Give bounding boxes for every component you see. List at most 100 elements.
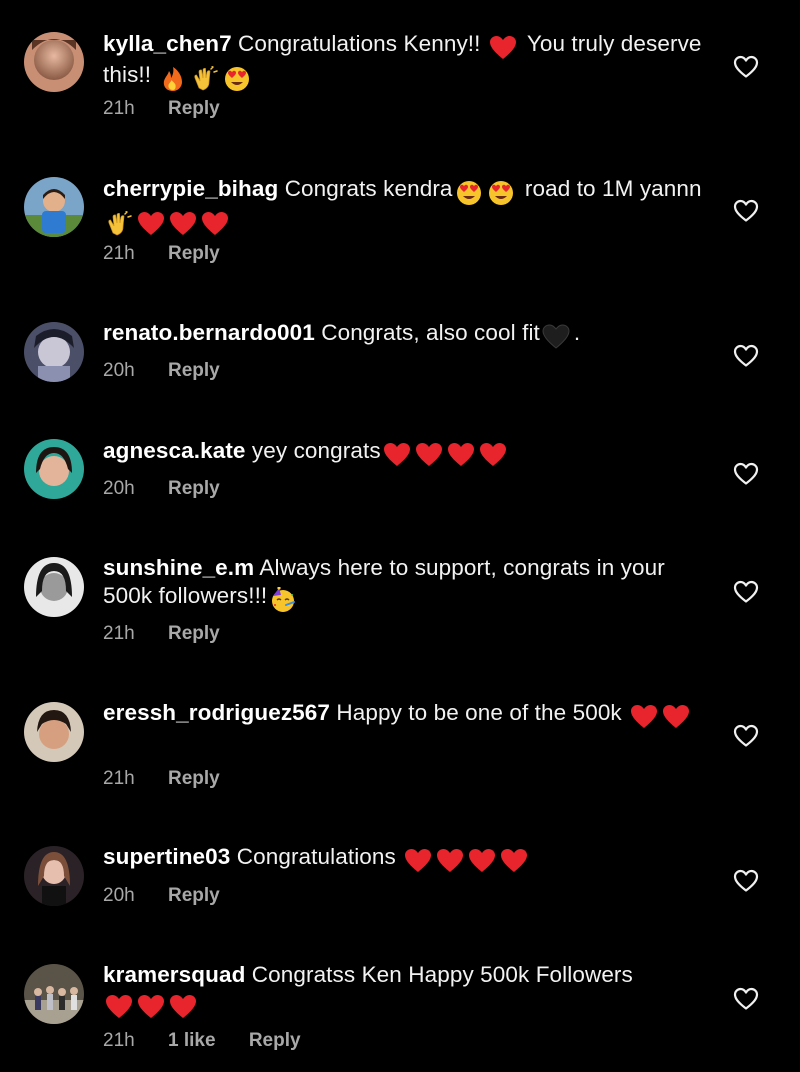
like-count[interactable]: 1 like xyxy=(168,1028,216,1054)
reply-button[interactable]: Reply xyxy=(168,621,220,647)
comment-meta: 20h Reply xyxy=(103,883,248,909)
comment-meta: 21h 1 like Reply xyxy=(103,1028,329,1054)
red-heart-emoji-icon xyxy=(404,848,432,874)
emoji-group xyxy=(383,440,511,468)
red-heart-emoji-icon xyxy=(630,704,658,730)
comment-meta: 21h Reply xyxy=(103,241,248,267)
black-heart-emoji-icon xyxy=(542,324,570,350)
reply-button[interactable]: Reply xyxy=(168,476,220,502)
like-heart-icon[interactable] xyxy=(733,987,759,1011)
emoji-group xyxy=(404,846,532,874)
red-heart-emoji-icon xyxy=(479,442,507,468)
comment-body: yey congrats xyxy=(251,438,381,463)
comment-body: Happy to be one of the 500k xyxy=(336,700,622,725)
comment-username[interactable]: renato.bernardo001 xyxy=(103,320,315,345)
reply-button[interactable]: Reply xyxy=(249,1028,301,1054)
emoji-group xyxy=(269,585,301,613)
comment-body-cont: road to 1M yannn xyxy=(524,176,702,201)
heart-eyes-emoji-icon xyxy=(487,180,515,206)
comment-username[interactable]: supertine03 xyxy=(103,844,230,869)
comment-timestamp: 21h xyxy=(103,768,135,789)
like-heart-icon[interactable] xyxy=(733,869,759,893)
heart-eyes-emoji-icon xyxy=(455,180,483,206)
partying-face-emoji-icon xyxy=(269,586,297,613)
heart-eyes-emoji-icon xyxy=(223,66,251,92)
emoji-group xyxy=(159,64,255,92)
reply-button[interactable]: Reply xyxy=(168,883,220,909)
red-heart-emoji-icon xyxy=(500,848,528,874)
red-heart-emoji-icon xyxy=(137,994,165,1020)
reply-button[interactable]: Reply xyxy=(168,96,220,122)
comment-timestamp: 21h xyxy=(103,1030,135,1051)
avatar[interactable] xyxy=(24,439,84,499)
comment-body-cont: . xyxy=(573,320,581,345)
comment-meta: 21h Reply xyxy=(103,621,248,647)
avatar[interactable] xyxy=(24,322,84,382)
like-heart-icon[interactable] xyxy=(733,462,759,486)
reply-button[interactable]: Reply xyxy=(168,241,220,267)
red-heart-emoji-icon xyxy=(468,848,496,874)
comment-text: cherrypie_bihag Congrats kendra road to … xyxy=(103,175,703,237)
comment-meta: 21h Reply xyxy=(103,96,248,122)
comment-username[interactable]: cherrypie_bihag xyxy=(103,176,278,201)
comment-body: Congratulations Kenny!! xyxy=(238,31,481,56)
avatar[interactable] xyxy=(24,32,84,92)
comment-text: eressh_rodriguez567 Happy to be one of t… xyxy=(103,699,703,730)
reply-button[interactable]: Reply xyxy=(168,766,220,792)
comment-body: Congrats kendra xyxy=(284,176,453,201)
comment-text: supertine03 Congratulations xyxy=(103,843,703,874)
avatar[interactable] xyxy=(24,964,84,1024)
comment-meta: 21h Reply xyxy=(103,766,248,792)
comment-text: kramersquad Congratss Ken Happy 500k Fol… xyxy=(103,961,703,1020)
red-heart-emoji-icon xyxy=(415,442,443,468)
red-heart-emoji-icon xyxy=(489,35,517,61)
comment-timestamp: 20h xyxy=(103,885,135,906)
reply-button[interactable]: Reply xyxy=(168,358,220,384)
red-heart-emoji-icon xyxy=(169,994,197,1020)
comment-meta: 20h Reply xyxy=(103,476,248,502)
comment-timestamp: 20h xyxy=(103,478,135,499)
comment-timestamp: 21h xyxy=(103,243,135,264)
emoji-group xyxy=(489,33,521,61)
comment-text: sunshine_e.m Always here to support, con… xyxy=(103,554,703,613)
emoji-group xyxy=(542,322,574,350)
like-heart-icon[interactable] xyxy=(733,724,759,748)
like-heart-icon[interactable] xyxy=(733,344,759,368)
comment-text: kylla_chen7 Congratulations Kenny!! You … xyxy=(103,30,703,92)
red-heart-emoji-icon xyxy=(105,994,133,1020)
comment-username[interactable]: kramersquad xyxy=(103,962,245,987)
comment-timestamp: 21h xyxy=(103,623,135,644)
comment-timestamp: 21h xyxy=(103,98,135,119)
comment-username[interactable]: sunshine_e.m xyxy=(103,555,254,580)
emoji-group xyxy=(630,702,694,730)
avatar[interactable] xyxy=(24,177,84,237)
avatar[interactable] xyxy=(24,557,84,617)
emoji-group xyxy=(455,178,519,206)
emoji-group xyxy=(105,209,233,237)
comment-text: renato.bernardo001 Congrats, also cool f… xyxy=(103,319,703,350)
red-heart-emoji-icon xyxy=(436,848,464,874)
comment-meta: 20h Reply xyxy=(103,358,248,384)
comment-username[interactable]: agnesca.kate xyxy=(103,438,246,463)
avatar[interactable] xyxy=(24,702,84,762)
clapping-hands-emoji-icon xyxy=(105,210,133,237)
avatar[interactable] xyxy=(24,846,84,906)
like-heart-icon[interactable] xyxy=(733,55,759,79)
comment-body: Congrats, also cool fit xyxy=(321,320,540,345)
comment-text: agnesca.kate yey congrats xyxy=(103,437,703,468)
clapping-hands-emoji-icon xyxy=(191,65,219,92)
comment-username[interactable]: kylla_chen7 xyxy=(103,31,232,56)
comment-timestamp: 20h xyxy=(103,360,135,381)
like-heart-icon[interactable] xyxy=(733,199,759,223)
comment-body: Congratss Ken Happy 500k Followers xyxy=(251,962,633,987)
like-heart-icon[interactable] xyxy=(733,580,759,604)
red-heart-emoji-icon xyxy=(383,442,411,468)
comment-body: Congratulations xyxy=(236,844,396,869)
red-heart-emoji-icon xyxy=(169,211,197,237)
emoji-group xyxy=(105,992,201,1020)
comment-username[interactable]: eressh_rodriguez567 xyxy=(103,700,330,725)
red-heart-emoji-icon xyxy=(137,211,165,237)
fire-emoji-icon xyxy=(159,66,187,92)
red-heart-emoji-icon xyxy=(447,442,475,468)
red-heart-emoji-icon xyxy=(662,704,690,730)
